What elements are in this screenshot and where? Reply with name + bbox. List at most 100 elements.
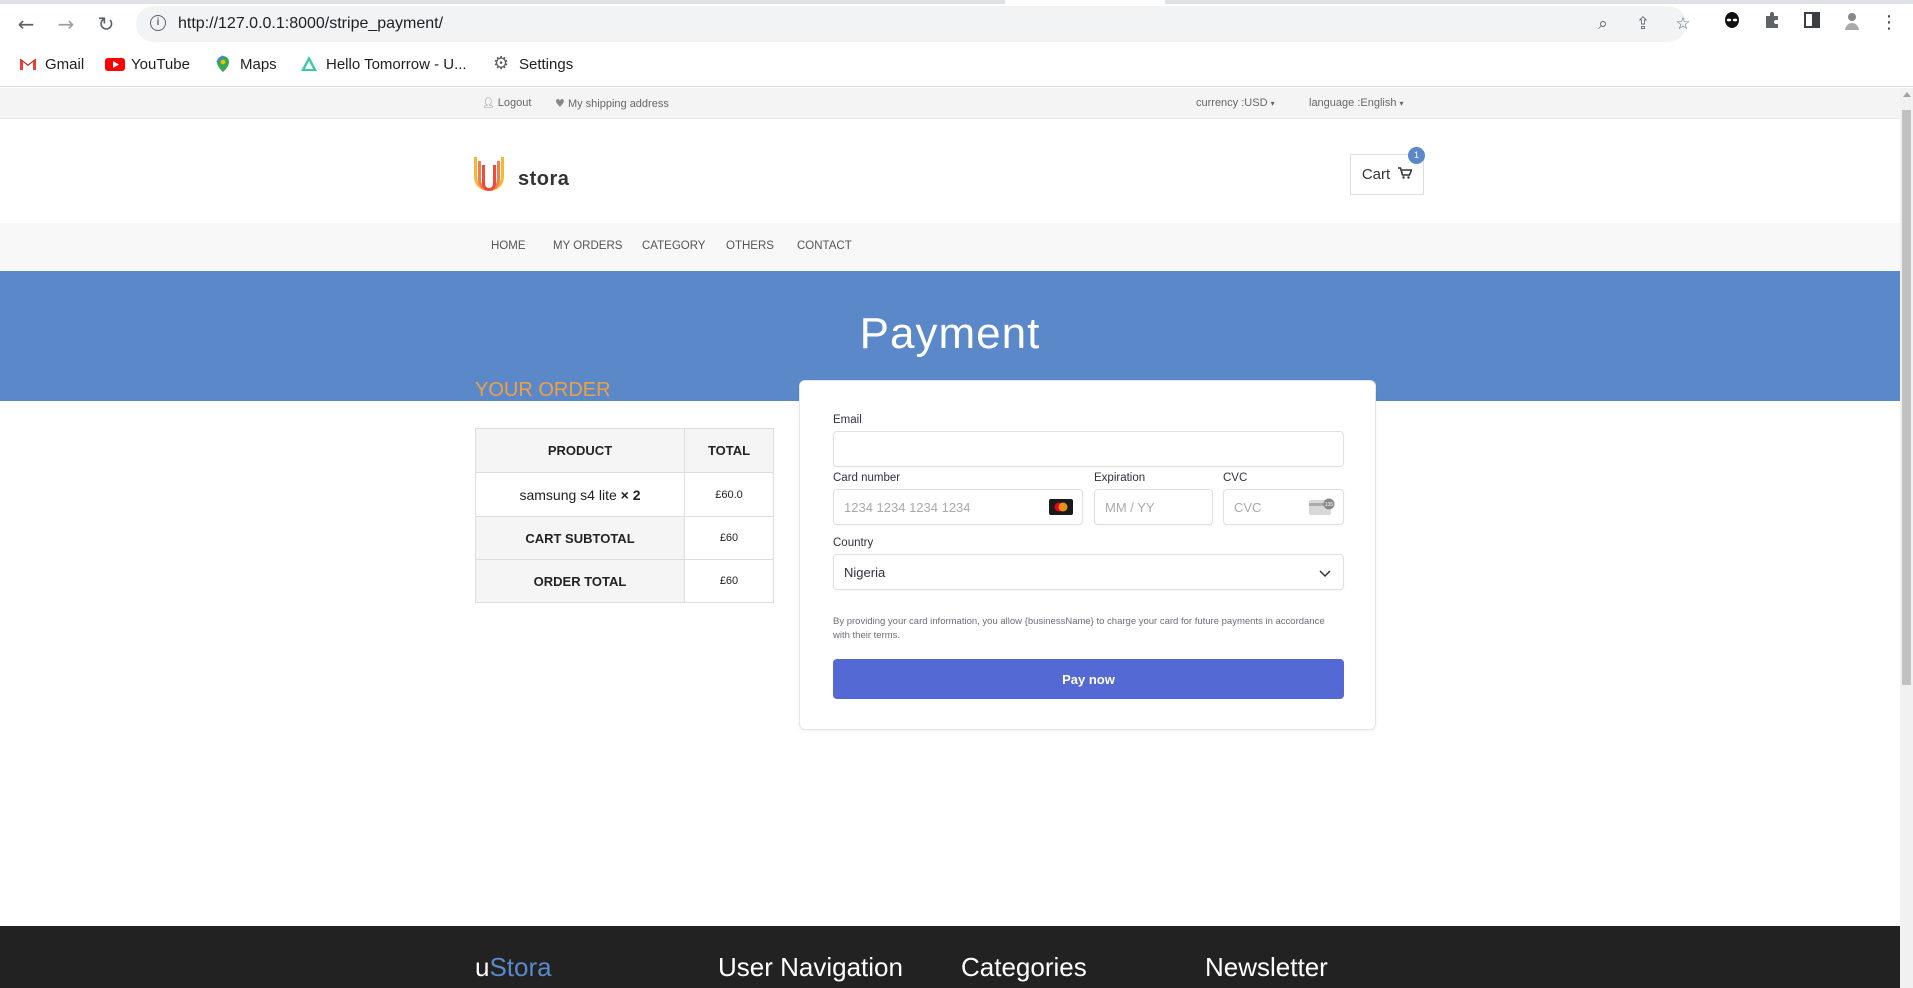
card-number-placeholder: 1234 1234 1234 1234 bbox=[844, 500, 971, 515]
forward-icon[interactable]: → bbox=[52, 10, 80, 38]
scrollbar-thumb[interactable] bbox=[1902, 110, 1911, 685]
product-name: samsung s4 lite bbox=[519, 486, 617, 503]
share-icon[interactable]: ⇪ bbox=[1631, 12, 1655, 36]
bookmark-hello-tomorrow[interactable]: Hello Tomorrow - U... bbox=[300, 52, 467, 76]
bookmarks-bar: Gmail YouTube Maps Hello Tomorrow - U...… bbox=[0, 50, 1913, 78]
menu-home[interactable]: HOME bbox=[491, 240, 526, 252]
active-tab[interactable] bbox=[1005, 0, 1165, 4]
menu-my-orders[interactable]: MY ORDERS bbox=[553, 240, 622, 252]
caret-down-icon: ▾ bbox=[1270, 99, 1275, 108]
caret-down-icon: ▾ bbox=[1399, 99, 1404, 108]
card-number-field[interactable]: 1234 1234 1234 1234 bbox=[833, 489, 1083, 525]
side-panel-icon[interactable] bbox=[1799, 10, 1825, 36]
bookmark-label: Maps bbox=[240, 55, 277, 73]
scroll-up-arrow-icon[interactable] bbox=[1903, 92, 1911, 97]
column-header: PRODUCT bbox=[475, 428, 685, 473]
maps-icon bbox=[214, 55, 232, 73]
site-header: stora Cart 1 bbox=[0, 119, 1900, 223]
logout-label: Logout bbox=[497, 97, 532, 109]
footer-user-navigation-heading: User Navigation bbox=[718, 952, 903, 982]
language-label: language :English bbox=[1309, 97, 1397, 109]
logo-u-mark bbox=[474, 157, 504, 191]
currency-dropdown[interactable]: currency :USD ▾ bbox=[1196, 97, 1275, 109]
shipping-label: My shipping address bbox=[567, 98, 669, 110]
top-utility-bar: 👤︎ Logout ♥ My shipping address currency… bbox=[0, 88, 1900, 119]
bookmark-maps[interactable]: Maps bbox=[214, 52, 277, 76]
bookmark-label: Hello Tomorrow - U... bbox=[326, 55, 467, 73]
table-row: samsung s4 lite × 2 £60.0 bbox=[475, 472, 774, 517]
product-cell: samsung s4 lite × 2 bbox=[475, 472, 685, 517]
order-total-value: £60 bbox=[684, 559, 774, 603]
subtotal-value: £60 bbox=[684, 516, 774, 560]
bookmark-label: Settings bbox=[519, 55, 574, 73]
bookmark-gmail[interactable]: Gmail bbox=[19, 52, 84, 76]
cart-button[interactable]: Cart 1 bbox=[1350, 147, 1425, 195]
logo-text: stora bbox=[518, 168, 570, 190]
gear-icon: ⚙ bbox=[493, 53, 510, 74]
column-header: TOTAL bbox=[684, 428, 774, 473]
chevron-down-icon bbox=[1319, 566, 1331, 581]
currency-label: currency :USD bbox=[1196, 97, 1268, 109]
hello-tomorrow-icon bbox=[300, 55, 318, 73]
browser-chrome: ← → ↻ i http://127.0.0.1:8000/stripe_pay… bbox=[0, 0, 1913, 87]
profile-avatar-icon[interactable] bbox=[1839, 10, 1865, 36]
cvc-placeholder: CVC bbox=[1234, 500, 1262, 515]
cart-label: Cart bbox=[1361, 166, 1391, 183]
country-label: Country bbox=[833, 537, 874, 549]
browser-toolbar: ← → ↻ i http://127.0.0.1:8000/stripe_pay… bbox=[0, 6, 1913, 42]
bookmark-settings[interactable]: ⚙ Settings bbox=[493, 52, 573, 76]
email-field[interactable] bbox=[833, 431, 1344, 467]
mastercard-icon bbox=[1049, 499, 1073, 518]
address-bar[interactable]: i http://127.0.0.1:8000/stripe_payment/ … bbox=[136, 6, 1691, 42]
site-logo[interactable]: stora bbox=[474, 151, 584, 191]
expiration-field[interactable]: MM / YY bbox=[1094, 489, 1213, 525]
logout-link[interactable]: 👤︎ Logout bbox=[482, 97, 531, 109]
expiration-label: Expiration bbox=[1094, 472, 1146, 484]
table-row: ORDER TOTAL £60 bbox=[475, 559, 774, 603]
bookmark-youtube[interactable]: YouTube bbox=[105, 52, 190, 76]
table-header-row: PRODUCT TOTAL bbox=[475, 428, 774, 473]
youtube-icon bbox=[105, 55, 125, 73]
footer-brand-u: u bbox=[475, 952, 490, 982]
menu-category[interactable]: CATEGORY bbox=[642, 240, 705, 252]
product-total: £60.0 bbox=[684, 472, 774, 517]
subtotal-label: CART SUBTOTAL bbox=[475, 516, 685, 560]
zoom-icon[interactable]: ⌕ bbox=[1591, 12, 1615, 36]
payment-form: Email Card number 1234 1234 1234 1234 Ex… bbox=[799, 380, 1376, 730]
web-page: 👤︎ Logout ♥ My shipping address currency… bbox=[0, 88, 1900, 988]
alien-extension-icon[interactable] bbox=[1719, 10, 1745, 36]
tab-strip bbox=[0, 0, 1913, 4]
cvc-card-icon: 135 bbox=[1309, 498, 1335, 519]
footer-brand-rest: Stora bbox=[489, 952, 552, 982]
bookmark-label: YouTube bbox=[131, 55, 190, 73]
shipping-address-link[interactable]: ♥ My shipping address bbox=[555, 97, 669, 110]
language-dropdown[interactable]: language :English ▾ bbox=[1309, 97, 1404, 109]
bookmark-label: Gmail bbox=[45, 55, 85, 73]
cvc-field[interactable]: CVC 135 bbox=[1223, 489, 1344, 525]
order-table: PRODUCT TOTAL samsung s4 lite × 2 £60.0 … bbox=[475, 428, 774, 603]
site-info-icon[interactable]: i bbox=[150, 15, 166, 31]
country-select[interactable]: Nigeria bbox=[833, 554, 1344, 590]
user-icon: 👤︎ bbox=[482, 98, 495, 109]
product-qty: × 2 bbox=[620, 486, 641, 503]
reload-icon[interactable]: ↻ bbox=[92, 10, 120, 38]
country-value: Nigeria bbox=[844, 565, 886, 580]
footer-brand[interactable]: uStora bbox=[475, 952, 552, 983]
more-menu-icon[interactable]: ⋮ bbox=[1876, 10, 1902, 36]
menu-others[interactable]: OTHERS bbox=[726, 240, 774, 252]
cart-count-badge: 1 bbox=[1408, 147, 1425, 164]
back-icon[interactable]: ← bbox=[12, 10, 40, 38]
footer-newsletter-heading: Newsletter bbox=[1205, 952, 1328, 982]
gmail-icon bbox=[19, 55, 37, 73]
page-title: Payment bbox=[859, 309, 1041, 358]
page-scrollbar[interactable] bbox=[1900, 88, 1913, 988]
order-total-label: ORDER TOTAL bbox=[475, 559, 685, 603]
order-heading: YOUR ORDER bbox=[475, 379, 611, 401]
url-text[interactable]: http://127.0.0.1:8000/stripe_payment/ bbox=[178, 15, 443, 33]
menu-contact[interactable]: CONTACT bbox=[797, 240, 852, 252]
svg-text:135: 135 bbox=[1325, 502, 1334, 508]
bookmark-star-icon[interactable]: ☆ bbox=[1671, 12, 1695, 36]
extensions-puzzle-icon[interactable] bbox=[1759, 10, 1785, 36]
pay-now-button[interactable]: Pay now bbox=[833, 659, 1344, 699]
heart-icon: ♥ bbox=[555, 97, 565, 110]
